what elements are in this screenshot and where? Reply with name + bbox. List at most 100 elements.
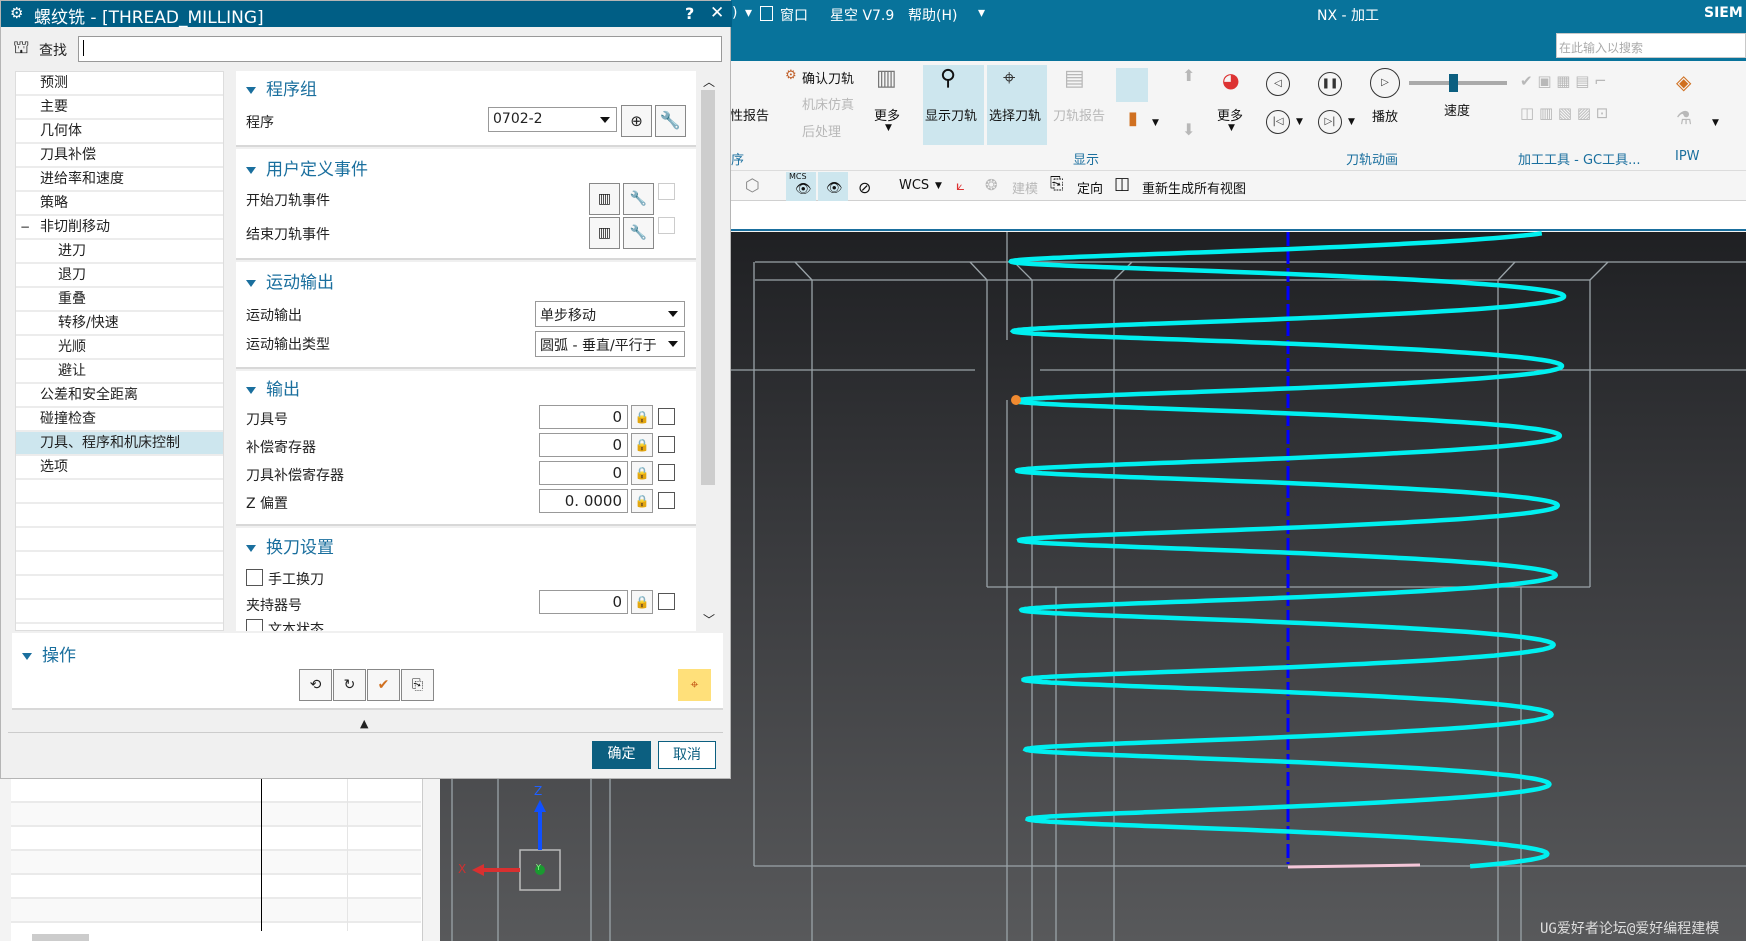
end-event-list-button[interactable]: ▥ [589,217,620,249]
close-button[interactable]: ✕ [710,3,724,23]
output-row-label: 刀具号 [246,412,288,428]
z-axis-arrowhead [534,800,546,812]
list-item[interactable] [11,779,421,803]
horizontal-scrollbar[interactable] [32,934,89,941]
motion-output-type-label: 运动输出类型 [246,337,330,353]
exit-move-line [1287,863,1421,869]
holder-number-input[interactable]: 0 [539,590,628,614]
find-input[interactable] [78,36,722,62]
holder-checkbox[interactable] [658,593,675,610]
tree-item[interactable]: 退刀 [16,264,223,288]
section-header-actions[interactable]: 操作 [22,641,76,666]
program-label: 程序 [246,115,274,131]
start-event-checkbox[interactable] [658,183,675,200]
start-point-marker [1011,395,1021,405]
tree-item[interactable]: 选项 [16,456,223,480]
start-event-edit-button[interactable]: 🔧 [623,183,654,215]
lock-icon: 🔒 [634,410,650,424]
end-event-edit-button[interactable]: 🔧 [623,217,654,249]
tree-item[interactable]: 策略 [16,192,223,216]
select-path-button[interactable]: ⌖ [678,669,711,701]
tree-item[interactable]: 光顺 [16,336,223,360]
list-item[interactable] [11,803,421,827]
tree-item[interactable]: 避让 [16,360,223,384]
list-item[interactable] [11,899,421,923]
output-row-input[interactable]: 0 [539,405,628,429]
verify-button[interactable]: ✔ [367,669,400,701]
output-row-checkbox[interactable] [658,464,675,481]
output-row-input[interactable]: 0 [539,461,628,485]
column-divider[interactable] [261,779,262,931]
motion-output-select[interactable]: 单步移动 [535,301,685,327]
z-axis-label: Z [534,784,543,798]
tree-item[interactable]: 转移/快速 [16,312,223,336]
tree-item[interactable]: 重叠 [16,288,223,312]
start-event-list-button[interactable]: ▥ [589,183,620,215]
lock-button[interactable]: 🔒 [631,433,653,457]
lock-button[interactable]: 🔒 [631,489,653,513]
tree-item[interactable]: 碰撞检查 [16,408,223,432]
tree-item-label: 避让 [58,363,86,379]
output-row-checkbox[interactable] [658,436,675,453]
motion-output-type-select[interactable]: 圆弧 - 垂直/平行于 [535,331,685,357]
tree-item[interactable]: 公差和安全距离 [16,384,223,408]
help-button[interactable]: ? [685,4,694,23]
tree-item[interactable]: 刀具、程序和机床控制 [16,432,223,456]
section-program-group: 程序组 程序 0702-2 ⊕ 🔧 [236,71,696,147]
list-item[interactable] [11,851,421,875]
manual-change-checkbox[interactable] [246,569,263,586]
tree-item[interactable]: 预测 [16,72,223,96]
output-row-checkbox[interactable] [658,408,675,425]
list-item[interactable] [11,827,421,851]
wire-line [1113,261,1133,281]
lock-button[interactable]: 🔒 [631,461,653,485]
wrench-icon: 🔧 [629,191,648,207]
lock-icon: 🔒 [634,466,650,480]
scroll-up-icon[interactable]: ︿ [703,73,715,90]
section-header-output[interactable]: 输出 [246,375,300,400]
list-icon: ⎘ [411,677,424,693]
output-row-checkbox[interactable] [658,492,675,509]
dialog-title-bar[interactable]: ⚙ 螺纹铣 - [THREAD_MILLING] ? ✕ [1,1,732,28]
lock-icon: 🔒 [634,494,650,508]
tree-item[interactable]: 主要 [16,96,223,120]
tree-item[interactable]: 刀具补偿 [16,144,223,168]
new-program-button[interactable]: ⊕ [621,105,652,137]
holder-lock-button[interactable]: 🔒 [631,590,653,614]
tree-item[interactable]: − 非切削移动 [16,216,223,240]
tree-item-label: 碰撞检查 [40,411,96,427]
scrollbar-thumb[interactable] [701,90,715,485]
lock-button[interactable]: 🔒 [631,405,653,429]
start-event-label: 开始刀轨事件 [246,193,330,209]
collapse-icon[interactable]: ▲ [360,717,368,730]
generate-button[interactable]: ⟲ [299,669,332,701]
section-user-events: 用户定义事件 开始刀轨事件 结束刀轨事件 ▥ 🔧 ▥ 🔧 [236,149,696,260]
output-row-input[interactable]: 0 [539,433,628,457]
end-event-checkbox[interactable] [658,217,675,234]
tree-item-label: 进给率和速度 [40,171,124,187]
output-row-label: 补偿寄存器 [246,440,316,456]
ok-button[interactable]: 确定 [592,741,651,769]
program-select[interactable]: 0702-2 [488,107,617,132]
tree-item[interactable]: 进刀 [16,240,223,264]
replay-button[interactable]: ↻ [333,669,366,701]
scroll-down-icon[interactable]: ﹀ [703,611,715,628]
list-button[interactable]: ⎘ [401,669,434,701]
section-header-program-group[interactable]: 程序组 [246,75,317,100]
cancel-button[interactable]: 取消 [658,741,716,769]
edit-program-button[interactable]: 🔧 [655,105,686,137]
output-row-input[interactable]: 0. 0000 [539,489,628,513]
section-header-motion-output[interactable]: 运动输出 [246,268,334,293]
collapse-toggle-icon[interactable]: − [20,216,30,238]
tree-empty-row [16,504,223,528]
wire-line [794,261,813,281]
section-header-tool-change[interactable]: 换刀设置 [246,533,334,558]
wire-line [1589,261,1609,281]
section-header-user-events[interactable]: 用户定义事件 [246,155,368,180]
generate-icon: ⟲ [309,677,322,693]
tree-empty-row [16,528,223,552]
tree-item[interactable]: 进给率和速度 [16,168,223,192]
text-status-checkbox[interactable] [246,619,263,631]
tree-item[interactable]: 几何体 [16,120,223,144]
list-item[interactable] [11,875,421,899]
